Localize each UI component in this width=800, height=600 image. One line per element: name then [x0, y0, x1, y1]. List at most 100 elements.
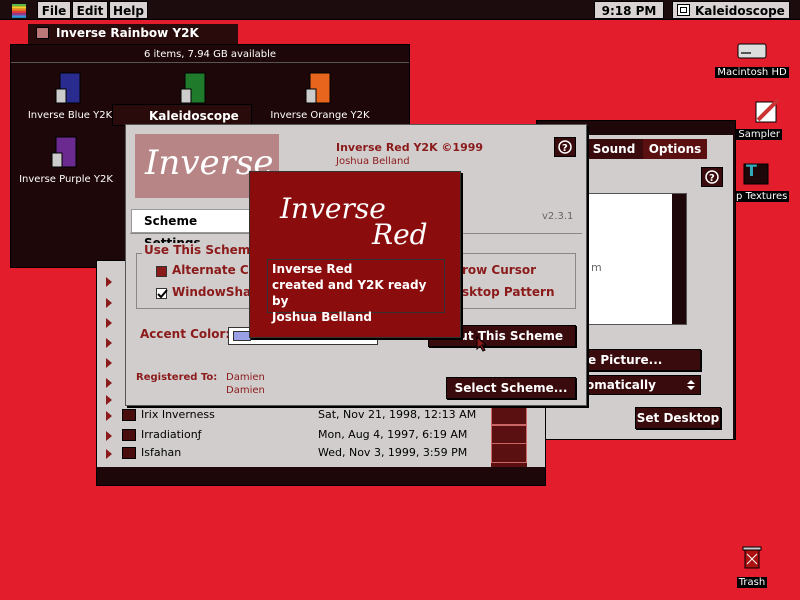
menu-bar: File Edit Help 9:18 PM Kaleidoscope: [0, 0, 800, 20]
disclosure-triangle[interactable]: [106, 431, 112, 441]
row-label-cell: [491, 425, 527, 445]
folder-icon: [122, 447, 136, 459]
svg-text:?: ?: [709, 173, 715, 184]
disclosure-triangle[interactable]: [106, 395, 112, 405]
disclosure-triangle[interactable]: [106, 298, 112, 308]
apple-menu-icon[interactable]: [10, 2, 28, 18]
splash-line: Inverse Red: [272, 262, 353, 276]
folder-info-bar: 6 items, 7.94 GB available: [11, 47, 409, 63]
row-label-cell: [491, 443, 527, 463]
help-icon: ?: [558, 140, 572, 154]
preview-text: m: [591, 261, 602, 274]
menubar-clock[interactable]: 9:18 PM: [594, 1, 664, 19]
inverse-red-logo-icon: Inverse Red: [279, 192, 428, 251]
option-label: row Cursor: [462, 263, 536, 277]
row-date: Sat, Nov 21, 1998, 12:13 AM: [318, 408, 477, 421]
folder-item-label: Inverse Orange Y2K: [270, 110, 370, 121]
folder-item-label: Inverse Blue Y2K: [27, 110, 113, 121]
row-name: Isfahan: [141, 446, 182, 459]
kaleidoscope-app-icon: [677, 4, 690, 16]
disclosure-triangle[interactable]: [106, 318, 112, 328]
option-label: Alternate Ch: [172, 263, 258, 277]
pencil-document-icon: [755, 98, 780, 123]
select-scheme-button[interactable]: Select Scheme...: [446, 377, 576, 399]
set-desktop-button[interactable]: Set Desktop: [635, 407, 721, 429]
row-name: Irradiationƒ: [141, 428, 202, 441]
row-date: Mon, Aug 4, 1997, 6:19 AM: [318, 428, 468, 441]
menu-file[interactable]: File: [37, 1, 71, 19]
position-popup-value: omatically: [586, 378, 656, 392]
disclosure-triangle[interactable]: [106, 411, 112, 421]
tab-scheme-settings[interactable]: Scheme Settings: [131, 209, 251, 250]
splash-credits: Inverse Red created and Y2K ready by Jos…: [267, 259, 445, 324]
disclosure-triangle[interactable]: [106, 378, 112, 388]
checkbox-windowshade[interactable]: [156, 288, 168, 299]
folder-t-icon: T: [743, 161, 769, 185]
desktop-icon-macintosh-hd[interactable]: Macintosh HD: [704, 40, 800, 78]
mouse-cursor-icon: [476, 336, 488, 352]
menu-edit[interactable]: Edit: [72, 1, 108, 19]
svg-text:T: T: [746, 161, 757, 180]
row-date: Wed, Nov 3, 1999, 3:59 PM: [318, 446, 468, 459]
help-icon: ?: [705, 170, 719, 184]
folder-item-green[interactable]: [175, 71, 215, 108]
folder-icon: [122, 429, 136, 441]
list-bottom-bar: [97, 467, 545, 485]
kaleidoscope-window-tab[interactable]: Kaleidoscope: [112, 104, 252, 126]
menu-help[interactable]: Help: [109, 1, 148, 19]
choose-picture-button[interactable]: e Picture...: [577, 349, 701, 371]
splash-line: created and Y2K ready by: [272, 278, 427, 308]
preview-box: [577, 193, 687, 325]
folder-item-blue[interactable]: Inverse Blue Y2K: [15, 71, 125, 121]
folder-item-purple[interactable]: Inverse Purple Y2K: [11, 135, 121, 185]
option-label: WindowShad: [172, 285, 260, 299]
scheme-title: Inverse Red Y2K ©1999: [336, 141, 484, 154]
svg-text:Inverse: Inverse: [279, 192, 386, 225]
help-button[interactable]: ?: [701, 167, 723, 187]
splash-line: Joshua Belland: [272, 310, 372, 324]
tab-sound[interactable]: Sound: [585, 139, 643, 159]
trash-icon: [742, 546, 762, 569]
registered-name: Damien: [226, 372, 265, 383]
folder-window-title-tab[interactable]: Inverse Rainbow Y2K: [28, 24, 238, 44]
svg-text:Red: Red: [371, 218, 428, 251]
disclosure-triangle[interactable]: [106, 449, 112, 459]
folder-item-label: Inverse Purple Y2K: [19, 174, 113, 185]
accent-color-label: Accent Color:: [140, 327, 231, 341]
folder-window-title: Inverse Rainbow Y2K: [56, 26, 199, 40]
popup-arrows-icon: [687, 380, 695, 390]
document-blue-icon: [55, 72, 81, 104]
application-menu[interactable]: Kaleidoscope: [672, 1, 790, 19]
disclosure-triangle[interactable]: [106, 338, 112, 348]
document-orange-icon: [305, 72, 331, 104]
checkbox-alternate[interactable]: [156, 266, 167, 277]
row-label-cell: [491, 405, 527, 425]
desktop-icon-trash[interactable]: Trash: [704, 544, 800, 588]
desktop-icon-label: Macintosh HD: [715, 67, 789, 78]
option-label: sktop Pattern: [462, 285, 555, 299]
svg-text:?: ?: [562, 143, 568, 154]
position-popup[interactable]: omatically: [577, 375, 701, 395]
disclosure-triangle[interactable]: [106, 358, 112, 368]
hard-disk-icon: [737, 43, 767, 59]
registered-to-label: Registered To:: [136, 372, 218, 383]
row-name: Irix Inverness: [141, 408, 215, 421]
help-button[interactable]: ?: [554, 137, 576, 157]
checkmark-icon: [157, 289, 168, 299]
preview-scroll-strip: [672, 194, 686, 324]
folder-icon: [36, 27, 49, 39]
desktop-icon-label: Trash: [736, 577, 768, 588]
registered-org: Damien: [226, 385, 265, 396]
folder-icon: [122, 409, 136, 421]
scheme-author: Joshua Belland: [336, 156, 410, 167]
tab-options[interactable]: Options: [643, 139, 707, 159]
document-purple-icon: [51, 136, 77, 168]
kaleidoscope-tab-label: Kaleidoscope: [149, 109, 239, 123]
folder-item-orange[interactable]: Inverse Orange Y2K: [265, 71, 375, 121]
desktop-icon-label: Sampler: [736, 129, 782, 140]
group-label: Use This Scheme': [142, 243, 265, 257]
disclosure-triangle[interactable]: [106, 277, 112, 287]
version-text: v2.3.1: [542, 211, 574, 222]
splash-panel: Inverse Red Inverse Red created and Y2K …: [249, 171, 461, 338]
application-name: Kaleidoscope: [695, 4, 785, 18]
